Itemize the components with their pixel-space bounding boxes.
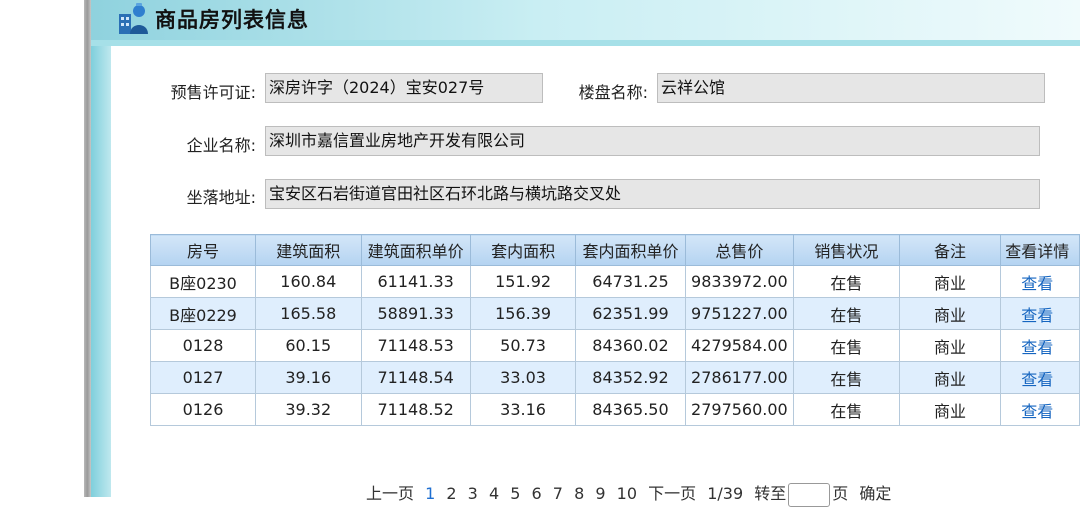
scrollbar-track[interactable] xyxy=(84,0,91,497)
page-link-current[interactable]: 1 xyxy=(425,484,435,503)
cell-building-unit-price: 71148.53 xyxy=(360,329,471,362)
goto-label: 转至 xyxy=(754,484,787,503)
cell-remark: 商业 xyxy=(898,361,1002,394)
cell-inner-unit-price: 84352.92 xyxy=(575,361,686,394)
table-row: B座0229 165.58 58891.33 156.39 62351.99 9… xyxy=(149,297,1080,330)
page-unit-label: 页 xyxy=(832,484,849,503)
cell-inner-area: 33.16 xyxy=(469,393,577,426)
company-label: 企业名称: xyxy=(186,136,256,155)
prev-page-link[interactable]: 上一页 xyxy=(366,484,414,503)
address-label: 坐落地址: xyxy=(186,188,256,207)
cell-building-unit-price: 61141.33 xyxy=(360,265,471,298)
table-header-row: 房号 建筑面积 建筑面积单价 套内面积 套内面积单价 总售价 销售状况 备注 查… xyxy=(149,234,1080,266)
house-table: 房号 建筑面积 建筑面积单价 套内面积 套内面积单价 总售价 销售状况 备注 查… xyxy=(149,234,1080,426)
cell-inner-unit-price: 84360.02 xyxy=(575,329,686,362)
page-title: 商品房列表信息 xyxy=(155,8,309,32)
header-detail: 查看详情 xyxy=(1000,234,1080,266)
cell-building-area: 165.58 xyxy=(255,297,362,330)
cell-total-price: 2786177.00 xyxy=(684,361,795,394)
page-link[interactable]: 4 xyxy=(489,484,499,503)
page-link[interactable]: 2 xyxy=(446,484,456,503)
cell-room-no: 0127 xyxy=(149,361,257,394)
cell-total-price: 9751227.00 xyxy=(684,297,795,330)
cell-inner-area: 50.73 xyxy=(469,329,577,362)
page-link[interactable]: 8 xyxy=(574,484,584,503)
cell-room-no: 0126 xyxy=(149,393,257,426)
cell-remark: 商业 xyxy=(898,297,1002,330)
cell-building-area: 160.84 xyxy=(255,265,362,298)
content-frame-left xyxy=(91,40,111,497)
cell-total-price: 9833972.00 xyxy=(684,265,795,298)
header-sale-status: 销售状况 xyxy=(793,234,900,266)
table-row: 0128 60.15 71148.53 50.73 84360.02 42795… xyxy=(149,329,1080,362)
cell-building-area: 60.15 xyxy=(255,329,362,362)
cell-inner-unit-price: 62351.99 xyxy=(575,297,686,330)
cell-sale-status: 在售 xyxy=(793,329,900,362)
cell-inner-area: 151.92 xyxy=(469,265,577,298)
presale-label: 预售许可证: xyxy=(170,83,256,102)
table-row: B座0230 160.84 61141.33 151.92 64731.25 9… xyxy=(149,265,1080,298)
view-detail-link[interactable]: 查看 xyxy=(1000,393,1080,426)
goto-page-input[interactable] xyxy=(788,482,831,507)
cell-building-area: 39.16 xyxy=(255,361,362,394)
page-link[interactable]: 9 xyxy=(595,484,605,503)
page-total: 1/39 xyxy=(707,484,744,503)
next-page-link[interactable]: 下一页 xyxy=(648,484,696,503)
cell-sale-status: 在售 xyxy=(793,265,900,298)
header-building-unit-price: 建筑面积单价 xyxy=(360,234,471,266)
cell-sale-status: 在售 xyxy=(793,393,900,426)
header-inner-unit-price: 套内面积单价 xyxy=(575,234,686,266)
cell-building-unit-price: 71148.54 xyxy=(360,361,471,394)
cell-remark: 商业 xyxy=(898,265,1002,298)
view-detail-link[interactable]: 查看 xyxy=(1000,361,1080,394)
cell-room-no: B座0230 xyxy=(149,265,257,298)
view-detail-link[interactable]: 查看 xyxy=(1000,265,1080,298)
cell-remark: 商业 xyxy=(898,393,1002,426)
page-link[interactable]: 3 xyxy=(468,484,478,503)
cell-building-area: 39.32 xyxy=(255,393,362,426)
presale-field: 深房许字（2024）宝安027号 xyxy=(265,73,543,103)
cell-remark: 商业 xyxy=(898,329,1002,362)
header-room-no: 房号 xyxy=(149,234,257,266)
cell-sale-status: 在售 xyxy=(793,361,900,394)
cell-total-price: 2797560.00 xyxy=(684,393,795,426)
cell-sale-status: 在售 xyxy=(793,297,900,330)
page-link[interactable]: 6 xyxy=(532,484,542,503)
left-margin xyxy=(0,0,88,497)
project-field: 云祥公馆 xyxy=(657,73,1045,103)
company-field: 深圳市嘉信置业房地产开发有限公司 xyxy=(265,126,1040,156)
cell-building-unit-price: 58891.33 xyxy=(360,297,471,330)
cell-room-no: 0128 xyxy=(149,329,257,362)
view-detail-link[interactable]: 查看 xyxy=(1000,297,1080,330)
address-field: 宝安区石岩街道官田社区石环北路与横坑路交叉处 xyxy=(265,179,1040,209)
project-label: 楼盘名称: xyxy=(578,83,648,102)
header-total-price: 总售价 xyxy=(684,234,795,266)
cell-room-no: B座0229 xyxy=(149,297,257,330)
header-remark: 备注 xyxy=(898,234,1002,266)
cell-inner-area: 33.03 xyxy=(469,361,577,394)
cell-inner-area: 156.39 xyxy=(469,297,577,330)
pagination: 上一页 1 2 3 4 5 6 7 8 9 10 下一页 1/39 转至 页 确定 xyxy=(366,480,897,507)
cell-inner-unit-price: 84365.50 xyxy=(575,393,686,426)
building-user-icon xyxy=(119,3,148,34)
header-building-area: 建筑面积 xyxy=(255,234,362,266)
page-link[interactable]: 5 xyxy=(510,484,520,503)
table-row: 0126 39.32 71148.52 33.16 84365.50 27975… xyxy=(149,393,1080,426)
cell-total-price: 4279584.00 xyxy=(684,329,795,362)
page-link[interactable]: 7 xyxy=(553,484,563,503)
cell-inner-unit-price: 64731.25 xyxy=(575,265,686,298)
page-header: 商品房列表信息 xyxy=(91,0,1080,40)
confirm-button[interactable]: 确定 xyxy=(859,484,891,503)
cell-building-unit-price: 71148.52 xyxy=(360,393,471,426)
page-link[interactable]: 10 xyxy=(617,484,637,503)
header-inner-area: 套内面积 xyxy=(469,234,577,266)
table-row: 0127 39.16 71148.54 33.03 84352.92 27861… xyxy=(149,361,1080,394)
view-detail-link[interactable]: 查看 xyxy=(1000,329,1080,362)
